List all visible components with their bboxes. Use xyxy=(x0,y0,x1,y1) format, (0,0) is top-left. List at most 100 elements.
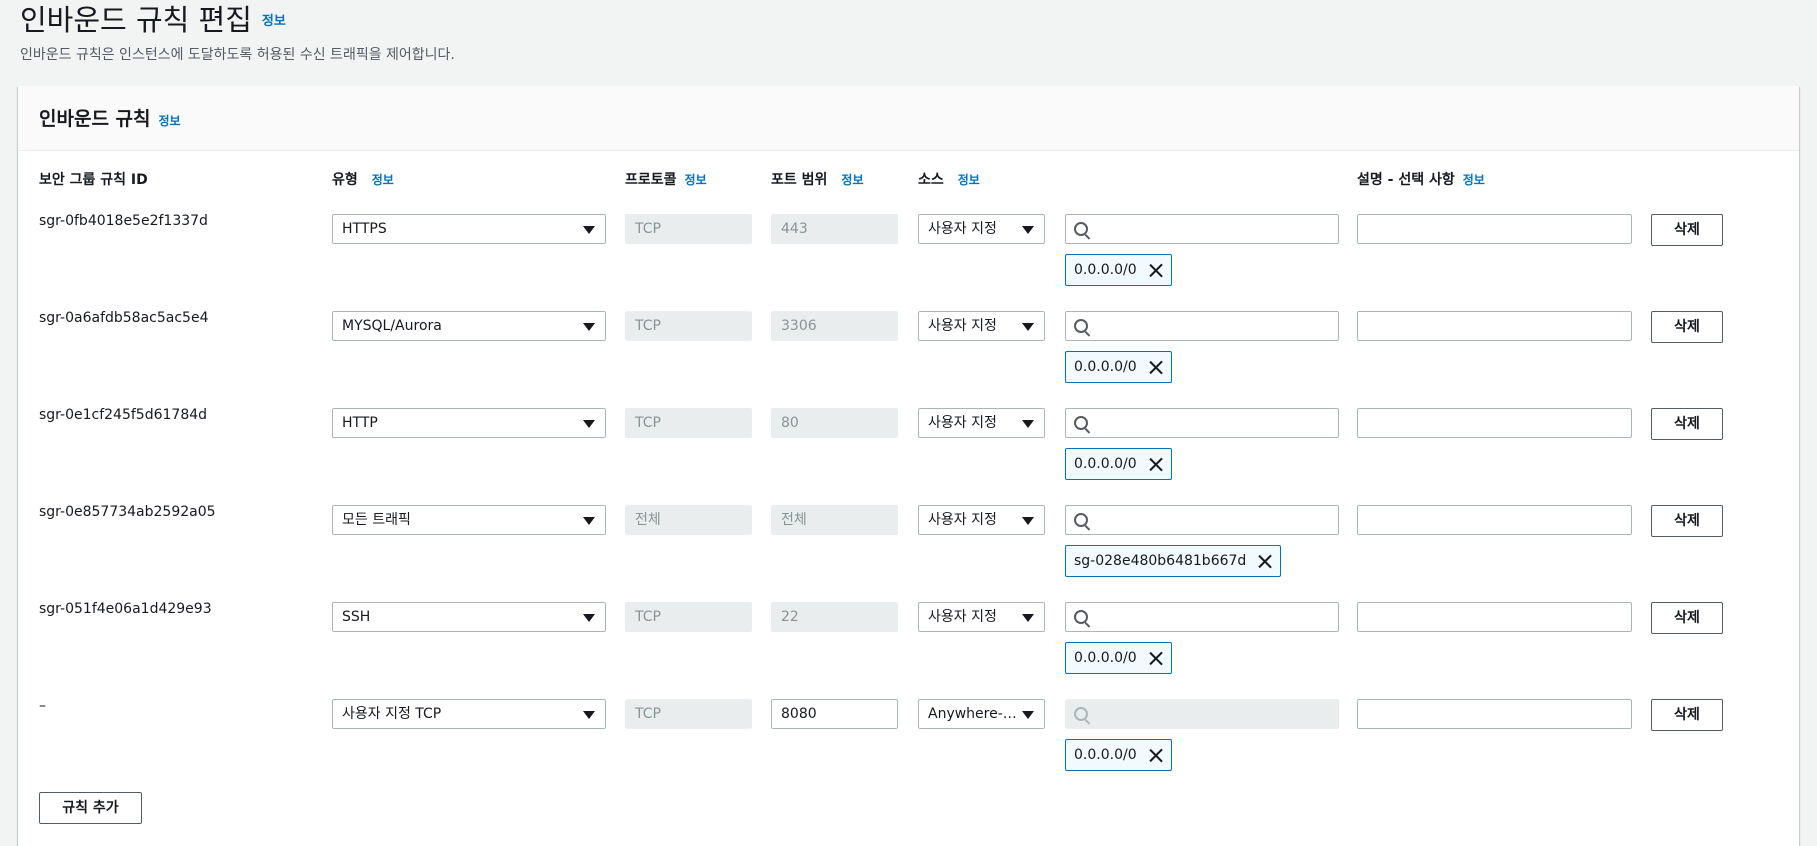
description-input[interactable] xyxy=(1357,408,1632,438)
caret-down-icon xyxy=(1022,323,1034,331)
column-header-protocol: 프로토콜 정보 xyxy=(625,169,707,189)
close-icon[interactable] xyxy=(1258,554,1272,568)
rule-id: – xyxy=(39,698,46,714)
rule-row: sgr-0a6afdb58ac5ac5e4 MYSQL/Aurora TCP 3… xyxy=(18,310,1799,407)
protocol-info-link[interactable]: 정보 xyxy=(685,173,707,187)
description-input[interactable] xyxy=(1357,311,1632,341)
source-token-label: sg-028e480b6481b667d xyxy=(1074,553,1247,569)
caret-down-icon xyxy=(583,420,595,428)
port-range-field: 80 xyxy=(771,408,898,438)
type-select[interactable]: MYSQL/Aurora xyxy=(332,311,606,341)
rule-id: sgr-0a6afdb58ac5ac5e4 xyxy=(39,310,209,326)
column-header-protocol-label: 프로토콜 xyxy=(625,172,677,188)
source-token: 0.0.0.0/0 xyxy=(1065,351,1172,383)
page-title-info-link[interactable]: 정보 xyxy=(262,14,286,29)
description-info-link[interactable]: 정보 xyxy=(1463,173,1485,187)
column-header-rule-id: 보안 그룹 규칙 ID xyxy=(39,172,148,188)
source-token-label: 0.0.0.0/0 xyxy=(1074,747,1137,763)
delete-button[interactable]: 삭제 xyxy=(1651,699,1723,731)
protocol-field: 전체 xyxy=(625,505,752,535)
port-range-field: 전체 xyxy=(771,505,898,535)
description-input[interactable] xyxy=(1357,602,1632,632)
source-select[interactable]: 사용자 지정 xyxy=(918,602,1045,632)
search-icon xyxy=(1074,319,1088,333)
column-header-port-label: 포트 범위 xyxy=(771,172,828,188)
source-select-value: Anywhere-… xyxy=(928,706,1017,722)
rule-row: sgr-0e857734ab2592a05 모든 트래픽 전체 전체 사용자 지… xyxy=(18,504,1799,601)
page-title-text: 인바운드 규칙 편집 xyxy=(20,3,252,37)
source-search-input xyxy=(1065,699,1339,729)
source-search-input[interactable] xyxy=(1065,214,1339,244)
panel-header: 인바운드 규칙 정보 xyxy=(18,86,1799,151)
source-search-input[interactable] xyxy=(1065,408,1339,438)
rule-row: sgr-0fb4018e5e2f1337d HTTPS TCP 443 사용자 … xyxy=(18,213,1799,310)
caret-down-icon xyxy=(1022,517,1034,525)
panel-title-text: 인바운드 규칙 xyxy=(39,108,151,130)
source-info-link[interactable]: 정보 xyxy=(958,173,980,187)
column-header-type-label: 유형 xyxy=(332,172,358,188)
add-rule-button[interactable]: 규칙 추가 xyxy=(39,792,142,824)
close-icon[interactable] xyxy=(1149,263,1163,277)
inbound-rules-panel: 인바운드 규칙 정보 보안 그룹 규칙 ID 유형 정보 프로토콜 정보 포트 범위 정… xyxy=(18,86,1799,846)
port-range-field: 443 xyxy=(771,214,898,244)
source-select-value: 사용자 지정 xyxy=(928,221,997,237)
type-select[interactable]: HTTP xyxy=(332,408,606,438)
source-token: 0.0.0.0/0 xyxy=(1065,642,1172,674)
description-input[interactable] xyxy=(1357,214,1632,244)
delete-button[interactable]: 삭제 xyxy=(1651,408,1723,440)
type-info-link[interactable]: 정보 xyxy=(372,173,394,187)
rule-id: sgr-051f4e06a1d429e93 xyxy=(39,601,212,617)
type-select[interactable]: 사용자 지정 TCP xyxy=(332,699,606,729)
protocol-field: TCP xyxy=(625,311,752,341)
source-token-label: 0.0.0.0/0 xyxy=(1074,262,1137,278)
description-input[interactable] xyxy=(1357,505,1632,535)
type-select-value: HTTP xyxy=(342,415,378,431)
column-header-port: 포트 범위 정보 xyxy=(771,169,864,189)
source-select[interactable]: 사용자 지정 xyxy=(918,505,1045,535)
type-select[interactable]: HTTPS xyxy=(332,214,606,244)
column-header-description-label: 설명 - 선택 사항 xyxy=(1357,172,1455,188)
caret-down-icon xyxy=(583,517,595,525)
caret-down-icon xyxy=(1022,711,1034,719)
type-select[interactable]: SSH xyxy=(332,602,606,632)
source-search-input[interactable] xyxy=(1065,602,1339,632)
page-title: 인바운드 규칙 편집 정보 xyxy=(20,0,286,42)
caret-down-icon xyxy=(583,226,595,234)
panel-info-link[interactable]: 정보 xyxy=(159,114,181,128)
source-token: 0.0.0.0/0 xyxy=(1065,739,1172,771)
delete-button[interactable]: 삭제 xyxy=(1651,214,1723,246)
column-header-source: 소스 정보 xyxy=(918,169,980,189)
source-select[interactable]: Anywhere-… xyxy=(918,699,1045,729)
caret-down-icon xyxy=(1022,614,1034,622)
delete-button[interactable]: 삭제 xyxy=(1651,505,1723,537)
delete-button[interactable]: 삭제 xyxy=(1651,311,1723,343)
caret-down-icon xyxy=(1022,420,1034,428)
source-token: 0.0.0.0/0 xyxy=(1065,448,1172,480)
search-icon xyxy=(1074,513,1088,527)
close-icon[interactable] xyxy=(1149,457,1163,471)
close-icon[interactable] xyxy=(1149,651,1163,665)
delete-button[interactable]: 삭제 xyxy=(1651,602,1723,634)
protocol-field: TCP xyxy=(625,699,752,729)
source-select-value: 사용자 지정 xyxy=(928,415,997,431)
type-select[interactable]: 모든 트래픽 xyxy=(332,505,606,535)
rule-id: sgr-0e1cf245f5d61784d xyxy=(39,407,208,423)
rule-id: sgr-0e857734ab2592a05 xyxy=(39,504,216,520)
close-icon[interactable] xyxy=(1149,748,1163,762)
panel-title: 인바운드 규칙 정보 xyxy=(39,104,181,131)
type-select-value: MYSQL/Aurora xyxy=(342,318,442,334)
rule-id: sgr-0fb4018e5e2f1337d xyxy=(39,213,208,229)
type-select-value: SSH xyxy=(342,609,371,625)
description-input[interactable] xyxy=(1357,699,1632,729)
source-select[interactable]: 사용자 지정 xyxy=(918,311,1045,341)
source-search-input[interactable] xyxy=(1065,505,1339,535)
close-icon[interactable] xyxy=(1149,360,1163,374)
source-token-label: 0.0.0.0/0 xyxy=(1074,359,1137,375)
source-search-input[interactable] xyxy=(1065,311,1339,341)
source-select[interactable]: 사용자 지정 xyxy=(918,214,1045,244)
source-select-value: 사용자 지정 xyxy=(928,609,997,625)
source-select[interactable]: 사용자 지정 xyxy=(918,408,1045,438)
port-info-link[interactable]: 정보 xyxy=(841,173,863,187)
port-range-input[interactable]: 8080 xyxy=(771,699,898,729)
search-icon xyxy=(1074,610,1088,624)
